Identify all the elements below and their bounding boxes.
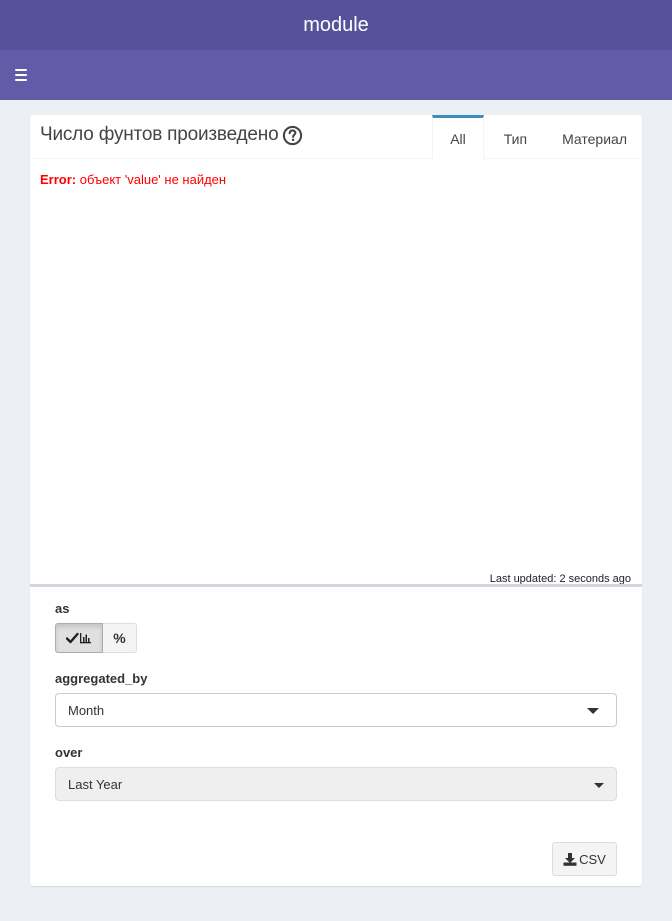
percent-icon: %: [113, 630, 126, 646]
question-circle-icon[interactable]: [282, 125, 303, 146]
aggregated-by-select[interactable]: Month: [55, 693, 617, 727]
as-label: as: [55, 601, 70, 616]
box-title: Число фунтов произведено: [40, 124, 279, 145]
over-label: over: [55, 745, 83, 760]
csv-label: CSV: [579, 851, 606, 867]
error-message: Error: объект 'value' не найден: [40, 172, 226, 187]
app-title: module: [303, 13, 369, 36]
tab-type[interactable]: Тип: [484, 115, 547, 159]
as-toggle-group: %: [55, 623, 137, 653]
content-box: Число фунтов произведено All Тип Материа…: [30, 115, 642, 886]
top-navbar: [0, 50, 672, 100]
check-bar-chart-icon: [66, 632, 91, 644]
tab-material[interactable]: Материал: [547, 115, 642, 159]
chevron-down-icon: [594, 783, 604, 788]
aggregated-by-value: Month: [68, 702, 105, 718]
as-count-button[interactable]: [55, 623, 103, 653]
tab-bar: All Тип Материал: [432, 115, 642, 159]
error-text: объект 'value' не найден: [76, 172, 227, 187]
download-icon: [563, 853, 577, 866]
csv-download-button[interactable]: CSV: [552, 842, 617, 876]
over-value: Last Year: [68, 776, 123, 792]
divider: [30, 584, 642, 587]
tab-all[interactable]: All: [432, 115, 484, 159]
error-prefix: Error:: [40, 172, 77, 187]
app-header: module: [0, 0, 672, 50]
box-title-wrap: Число фунтов произведено: [40, 124, 303, 146]
hamburger-icon[interactable]: [8, 63, 34, 87]
chevron-down-icon: [587, 708, 599, 714]
as-percent-button[interactable]: %: [103, 623, 137, 653]
aggregated-by-label: aggregated_by: [55, 671, 148, 686]
over-select[interactable]: Last Year: [55, 767, 617, 801]
box-header: Число фунтов произведено All Тип Материа…: [30, 115, 642, 159]
